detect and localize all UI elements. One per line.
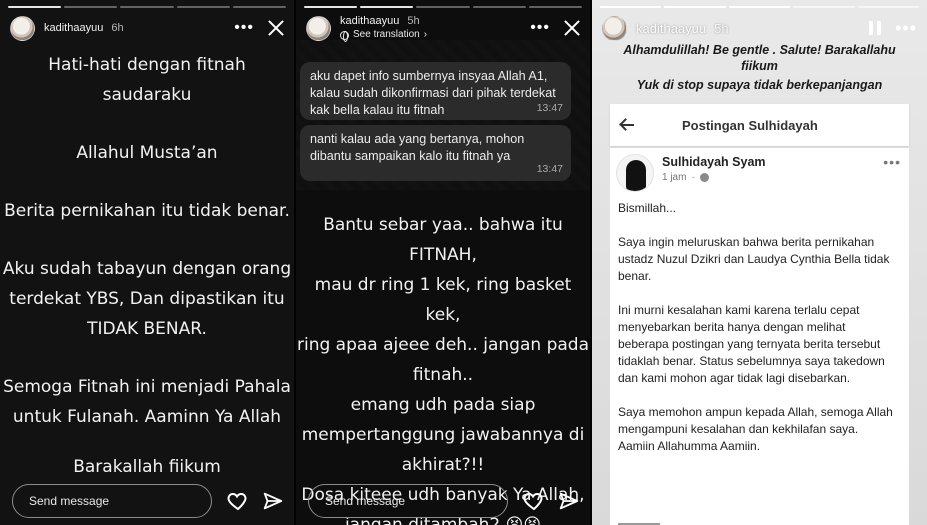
more-dots-icon[interactable]: •••	[883, 154, 901, 170]
close-icon[interactable]	[268, 20, 284, 36]
story-paragraph: Semoga Fitnah ini menjadi Pahala untuk F…	[3, 377, 291, 427]
back-arrow-icon[interactable]	[620, 118, 634, 132]
heart-icon[interactable]	[522, 489, 546, 513]
story-paragraph: Berita pernikahan itu tidak benar.	[4, 201, 290, 221]
post-author-avatar[interactable]	[616, 154, 654, 192]
story-paragraph: Aku sudah tabayun dengan orang terdekat …	[2, 259, 292, 339]
avatar[interactable]	[10, 15, 35, 41]
more-dots-icon[interactable]: •••	[234, 20, 254, 36]
chat-bubble: nanti kalau ada yang bertanya, mohon dib…	[300, 125, 571, 181]
story-panel-2[interactable]: kadithaayuu 5h See translation › ••• aku…	[296, 0, 590, 525]
story-text: Bantu sebar yaa.. bahwa itu FITNAH, mau …	[296, 215, 589, 525]
send-icon[interactable]	[262, 490, 284, 512]
story-panel-3[interactable]: kadithaayuu 5h ••• Alhamdulillah! Be gen…	[592, 0, 927, 525]
globe-icon	[699, 173, 709, 182]
story-paragraph: Barakallah fiikum	[73, 457, 221, 477]
story-time: 5h	[407, 15, 420, 27]
story-reply-bar: Send message	[308, 483, 580, 519]
chat-timestamp: 13:47	[536, 102, 563, 114]
post-meta: 1 jam ·	[662, 172, 709, 183]
post-author-name[interactable]: Sulhidayah Syam	[662, 155, 766, 169]
send-message-input[interactable]: Send message	[308, 484, 508, 518]
send-message-input[interactable]: Send message	[12, 484, 212, 518]
story-header: kadithaayuu 5h •••	[602, 12, 917, 44]
chat-bubble: aku dapet info sumbernya insyaa Allah A1…	[300, 62, 571, 120]
globe-icon	[340, 30, 349, 42]
story-time: 6h	[111, 22, 124, 34]
heart-icon[interactable]	[226, 489, 250, 513]
post-body: Bismillah... Saya ingin meluruskan bahwa…	[618, 201, 893, 453]
more-dots-icon[interactable]: •••	[530, 20, 550, 36]
story-time: 5h	[714, 20, 729, 36]
pause-icon[interactable]	[869, 21, 882, 35]
avatar[interactable]	[602, 15, 627, 41]
story-header: kadithaayuu 6h •••	[10, 12, 284, 44]
story-header: kadithaayuu 5h See translation › •••	[306, 12, 580, 44]
more-dots-icon[interactable]: •••	[895, 19, 917, 37]
story-reply-bar: Send message	[12, 483, 284, 519]
story-text: Hati-hati dengan fitnah saudaraku Allahu…	[0, 50, 294, 510]
username[interactable]: kadithaayuu	[636, 21, 706, 36]
facebook-post: Sulhidayah Syam 1 jam · ••• Bismillah...…	[610, 148, 909, 525]
story-panel-1[interactable]: kadithaayuu 6h ••• Hati-hati dengan fitn…	[0, 0, 294, 525]
see-translation-link[interactable]: See translation ›	[340, 28, 427, 42]
chevron-right-icon: ›	[423, 29, 428, 40]
chat-timestamp: 13:47	[536, 163, 563, 175]
page-title: Postingan Sulhidayah	[682, 117, 818, 133]
story-progress-bar	[600, 6, 920, 8]
story-progress-bar	[8, 6, 287, 8]
username[interactable]: kadithaayuu	[340, 14, 399, 28]
story-paragraph: Hati-hati dengan fitnah saudaraku	[48, 55, 246, 105]
username[interactable]: kadithaayuu	[44, 22, 103, 34]
story-paragraph: Allahul Musta’an	[76, 143, 218, 163]
story-caption: Alhamdulillah! Be gentle . Salute! Barak…	[623, 43, 896, 92]
avatar[interactable]	[306, 15, 331, 41]
close-icon[interactable]	[564, 20, 580, 36]
story-progress-bar	[304, 6, 583, 8]
send-icon[interactable]	[558, 490, 580, 512]
facebook-post-header: Postingan Sulhidayah	[610, 104, 909, 146]
